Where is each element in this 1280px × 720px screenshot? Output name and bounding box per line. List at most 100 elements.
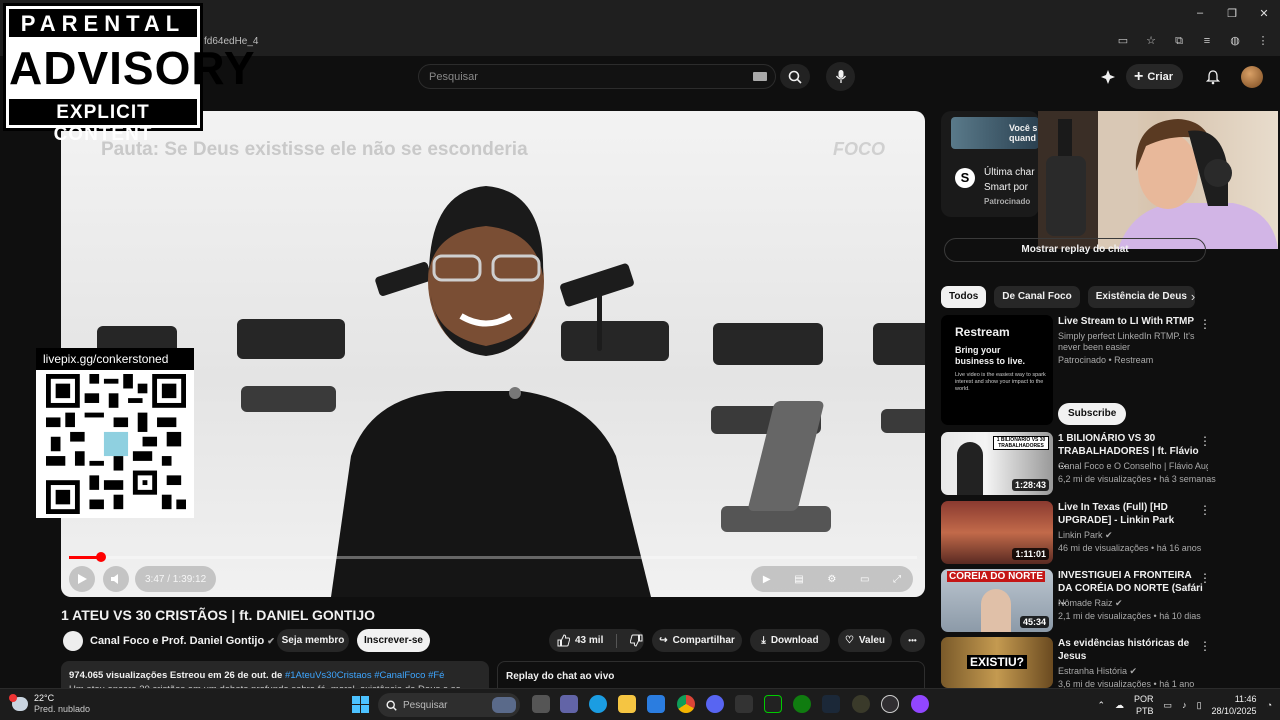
twitch-icon[interactable]: [911, 695, 929, 713]
cloud-sync-icon[interactable]: ☁: [1115, 700, 1124, 711]
ad-subscribe-button[interactable]: Subscribe: [1058, 403, 1127, 425]
app-icon[interactable]: [764, 695, 782, 713]
cast-icon[interactable]: ▭: [1116, 34, 1130, 48]
more-options-icon[interactable]: ⋮: [1199, 434, 1211, 448]
video-thumbnail[interactable]: 1 BILIONÁRIO VS 30 TRABALHADORES 1:28:43: [941, 432, 1053, 495]
channel-avatar[interactable]: [63, 631, 83, 651]
more-options-icon[interactable]: ⋮: [1199, 317, 1211, 331]
more-options-icon[interactable]: ⋮: [1199, 639, 1211, 653]
show-chat-replay-button[interactable]: Mostrar replay do chat: [944, 238, 1206, 262]
address-bar[interactable]: fd64edHe_4 ▭ ☆ ⧉ ≡ ◍ ⋮: [196, 32, 1276, 54]
verified-icon: ✔: [1105, 530, 1113, 540]
scrubber-handle[interactable]: [96, 552, 107, 562]
more-actions-button[interactable]: •••: [900, 629, 925, 652]
network-icon[interactable]: ▭: [1164, 700, 1173, 711]
chevron-up-icon[interactable]: ⌃: [1097, 700, 1105, 711]
taskbar-search-label: Pesquisar: [403, 699, 448, 711]
close-button[interactable]: ✕: [1248, 4, 1280, 22]
hashtags[interactable]: #1AteuVs30Cristaos #CanalFoco #Fé: [285, 670, 444, 681]
steam-icon[interactable]: [822, 695, 840, 713]
download-icon: ⤓: [761, 635, 766, 646]
video-thumbnail[interactable]: 1:11:01: [941, 501, 1053, 564]
search-input[interactable]: [419, 65, 739, 88]
task-view-icon[interactable]: [532, 695, 550, 713]
video-thumbnail[interactable]: EXISTIU?: [941, 637, 1053, 688]
account-avatar[interactable]: [1241, 65, 1264, 88]
recommendation-channel[interactable]: Estranha História ✔: [1058, 666, 1208, 677]
play-button[interactable]: [69, 566, 95, 592]
recommendation-channel[interactable]: Nômade Raiz ✔: [1058, 598, 1208, 609]
settings-gear-icon[interactable]: ⚙: [827, 574, 836, 585]
thanks-button[interactable]: ♡ Valeu: [838, 629, 892, 652]
edge-icon[interactable]: [589, 695, 607, 713]
volume-button[interactable]: [103, 566, 129, 592]
subtitles-icon[interactable]: ▤: [794, 574, 803, 585]
search-bar[interactable]: [418, 64, 776, 89]
channel-name[interactable]: Estranha História: [1058, 666, 1127, 676]
sparkle-icon[interactable]: [1100, 69, 1116, 85]
recommendation-title[interactable]: As evidências históricas de Jesus: [1058, 637, 1203, 663]
share-button[interactable]: ↪ Compartilhar: [652, 629, 742, 652]
profile-icon[interactable]: ◍: [1228, 34, 1242, 48]
app-icon[interactable]: [735, 695, 753, 713]
like-button[interactable]: 43 mil: [557, 634, 603, 647]
list-item[interactable]: EXISTIU? As evidências históricas de Jes…: [941, 637, 1211, 689]
windows-start-icon[interactable]: [352, 696, 369, 713]
app-icon[interactable]: [852, 695, 870, 713]
obs-icon[interactable]: [881, 695, 899, 713]
list-item[interactable]: 1:11:01 Live In Texas (Full) [HD UPGRADE…: [941, 501, 1211, 564]
autoplay-toggle-icon[interactable]: ▶: [763, 574, 771, 585]
taskbar-search[interactable]: Pesquisar: [378, 693, 520, 717]
bookmark-star-icon[interactable]: ☆: [1144, 34, 1158, 48]
sponsored-card[interactable]: Você s quand S Última char Smart por Pat…: [941, 111, 1039, 217]
channel-name[interactable]: Linkin Park: [1058, 530, 1103, 540]
channel-name-row[interactable]: Canal Foco e Prof. Daniel Gontijo ✔: [90, 635, 275, 647]
progress-bar[interactable]: [69, 552, 917, 562]
theater-mode-icon[interactable]: ▭: [860, 574, 869, 585]
xbox-icon[interactable]: [793, 695, 811, 713]
more-options-icon[interactable]: ⋮: [1199, 503, 1211, 517]
channel-name[interactable]: Nômade Raiz: [1058, 598, 1113, 608]
download-button[interactable]: ⤓ Download: [750, 629, 830, 652]
discord-icon[interactable]: [706, 695, 724, 713]
chip-channel[interactable]: De Canal Foco: [994, 286, 1080, 308]
more-options-icon[interactable]: ⋮: [1199, 571, 1211, 585]
chevron-right-icon[interactable]: ›: [1184, 288, 1202, 306]
reading-list-icon[interactable]: ≡: [1200, 34, 1214, 48]
maximize-button[interactable]: ❐: [1216, 4, 1248, 22]
recommendation-title[interactable]: Live Stream to LI With RTMP: [1058, 315, 1203, 328]
speaker-icon[interactable]: ♪: [1182, 700, 1187, 710]
subscribe-button[interactable]: Inscrever-se: [357, 629, 430, 652]
chrome-icon[interactable]: [677, 695, 695, 713]
video-thumbnail[interactable]: COREIA DO NORTE 45:34: [941, 569, 1053, 632]
list-item[interactable]: 1 BILIONÁRIO VS 30 TRABALHADORES 1:28:43…: [941, 432, 1216, 495]
recommendation-title[interactable]: Live In Texas (Full) [HD UPGRADE] - Link…: [1058, 501, 1203, 527]
clock[interactable]: 11:46 28/10/2025: [1212, 693, 1257, 717]
search-button[interactable]: [780, 64, 810, 89]
thumbs-down-icon[interactable]: [630, 634, 643, 647]
weather-widget[interactable]: 22°C Pred. nublado: [9, 693, 90, 715]
browser-menu-icon[interactable]: ⋮: [1256, 34, 1270, 48]
minimize-button[interactable]: –: [1184, 4, 1216, 22]
chip-topic[interactable]: Existência de Deus: [1087, 286, 1195, 308]
voice-search-button[interactable]: [826, 62, 855, 91]
file-explorer-icon[interactable]: [618, 695, 636, 713]
store-icon[interactable]: [647, 695, 665, 713]
join-button[interactable]: Seja membro: [277, 629, 349, 652]
chair: [713, 323, 823, 365]
list-item[interactable]: COREIA DO NORTE 45:34 INVESTIGUEI A FRON…: [941, 569, 1211, 632]
notifications-icon[interactable]: ◔: [1267, 700, 1272, 710]
keyboard-icon[interactable]: [753, 72, 767, 81]
channel-name[interactable]: Canal Foco e Prof. Daniel Gontijo: [90, 635, 264, 647]
teams-icon[interactable]: [560, 695, 578, 713]
extensions-icon[interactable]: ⧉: [1172, 34, 1186, 48]
recommendation-channel[interactable]: Linkin Park ✔: [1058, 530, 1208, 541]
battery-icon[interactable]: ▯: [1197, 700, 1202, 711]
recommendation-channel[interactable]: Canal Foco e O Conselho | Flávio August.…: [1058, 461, 1208, 471]
language-indicator[interactable]: POR PTB: [1134, 693, 1154, 717]
chip-all[interactable]: Todos: [941, 286, 987, 308]
fullscreen-icon[interactable]: ⤢: [893, 574, 901, 585]
create-button[interactable]: + Criar: [1126, 64, 1184, 89]
list-item[interactable]: Restream Bring your business to live. Li…: [941, 315, 1211, 425]
notifications-bell-icon[interactable]: [1205, 69, 1221, 85]
